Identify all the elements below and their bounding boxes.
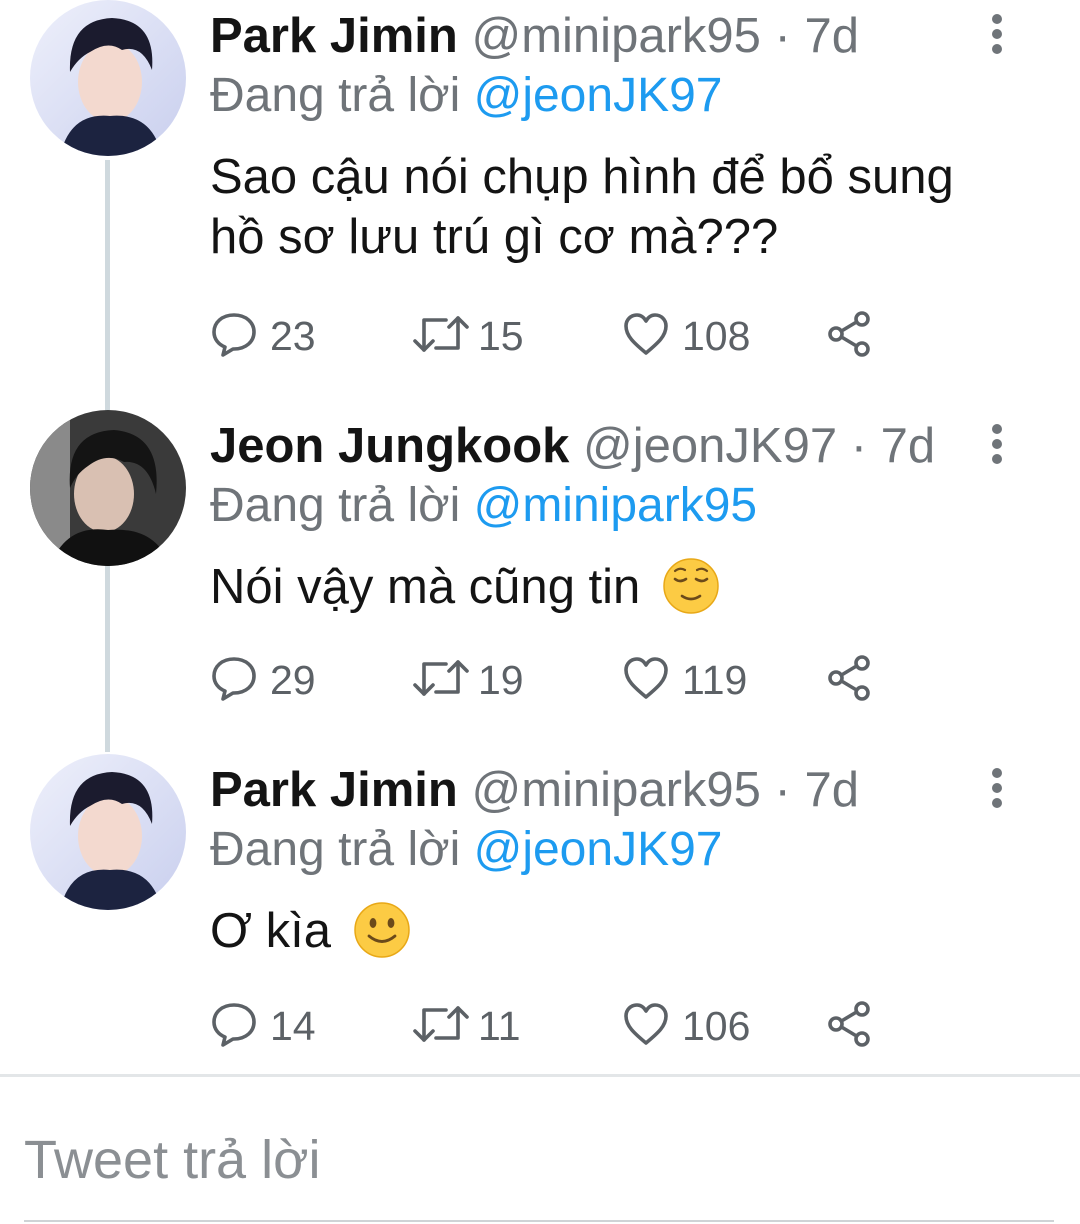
slightly-smiling-face-emoji <box>353 901 411 959</box>
retweet-count: 11 <box>478 1002 521 1049</box>
tweet-actions: 23 15 108 <box>210 306 910 366</box>
more-vertical-icon[interactable] <box>986 422 1010 466</box>
avatar[interactable] <box>30 0 186 156</box>
replying-to-label: Đang trả lời <box>210 479 461 532</box>
relieved-face-emoji <box>662 557 720 615</box>
mention-link[interactable]: @jeonJK97 <box>474 823 723 876</box>
author-handle[interactable]: @minipark95 <box>471 9 760 63</box>
replying-to-label: Đang trả lời <box>210 69 461 122</box>
retweet-icon <box>412 1000 470 1053</box>
speech-bubble-icon <box>210 310 258 363</box>
heart-icon <box>622 654 670 707</box>
avatar[interactable] <box>30 754 186 910</box>
mention-link[interactable]: @minipark95 <box>474 479 758 532</box>
share-icon <box>826 654 874 707</box>
share-button[interactable] <box>826 650 874 710</box>
author-handle[interactable]: @minipark95 <box>471 763 760 817</box>
tweet-text-line: Nói vậy mà cũng tin <box>210 560 641 614</box>
more-vertical-icon[interactable] <box>986 12 1010 56</box>
avatar[interactable] <box>30 410 186 566</box>
author-handle[interactable]: @jeonJK97 <box>583 419 837 473</box>
tweet-header: Park Jimin @minipark95 · 7d <box>210 8 859 64</box>
reply-count: 29 <box>270 656 316 703</box>
retweet-button[interactable]: 11 <box>412 996 521 1056</box>
timestamp[interactable]: 7d <box>881 419 936 473</box>
separator-dot: · <box>774 9 791 63</box>
mention-link[interactable]: @jeonJK97 <box>474 69 723 122</box>
tweet-actions: 29 19 119 <box>210 650 910 710</box>
author-name[interactable]: Park Jimin <box>210 9 458 63</box>
heart-icon <box>622 310 670 363</box>
like-count: 108 <box>682 312 751 359</box>
like-button[interactable]: 119 <box>622 650 747 710</box>
tweet-actions: 14 11 106 <box>210 996 910 1056</box>
share-icon <box>826 310 874 363</box>
retweet-icon <box>412 310 470 363</box>
more-vertical-icon[interactable] <box>986 766 1010 810</box>
retweet-count: 15 <box>478 312 524 359</box>
author-name[interactable]: Jeon Jungkook <box>210 419 569 473</box>
retweet-icon <box>412 654 470 707</box>
heart-icon <box>622 1000 670 1053</box>
replying-to-label: Đang trả lời <box>210 823 461 876</box>
retweet-button[interactable]: 15 <box>412 306 524 366</box>
like-count: 106 <box>682 1002 751 1049</box>
replying-to-line: Đang trả lời @jeonJK97 <box>210 68 722 124</box>
speech-bubble-icon <box>210 654 258 707</box>
tweet-text-line: hồ sơ lưu trú gì cơ mà??? <box>210 210 779 264</box>
separator-dot: · <box>774 763 791 817</box>
speech-bubble-icon <box>210 1000 258 1053</box>
replying-to-line: Đang trả lời @jeonJK97 <box>210 822 722 878</box>
tweet-header: Jeon Jungkook @jeonJK97 · 7d <box>210 418 935 474</box>
share-button[interactable] <box>826 306 874 366</box>
compose-divider <box>0 1074 1080 1077</box>
timestamp[interactable]: 7d <box>804 9 859 63</box>
reply-button[interactable]: 29 <box>210 650 316 710</box>
retweet-button[interactable]: 19 <box>412 650 524 710</box>
tweet-text: Sao cậu nói chụp hình để bổ sung hồ sơ l… <box>210 147 1030 267</box>
share-button[interactable] <box>826 996 874 1056</box>
like-button[interactable]: 108 <box>622 306 750 366</box>
reply-compose-input[interactable] <box>24 1100 1054 1222</box>
tweet-text-line: Ơ kìa <box>210 904 331 958</box>
tweet-text: Nói vậy mà cũng tin <box>210 557 1030 617</box>
author-name[interactable]: Park Jimin <box>210 763 458 817</box>
reply-count: 23 <box>270 312 316 359</box>
reply-button[interactable]: 14 <box>210 996 316 1056</box>
share-icon <box>826 1000 874 1053</box>
separator-dot: · <box>850 419 868 473</box>
tweet-header: Park Jimin @minipark95 · 7d <box>210 762 859 818</box>
retweet-count: 19 <box>478 656 524 703</box>
tweet-text-line: Sao cậu nói chụp hình để bổ sung <box>210 150 954 204</box>
replying-to-line: Đang trả lời @minipark95 <box>210 478 757 534</box>
like-button[interactable]: 106 <box>622 996 750 1056</box>
timestamp[interactable]: 7d <box>804 763 859 817</box>
like-count: 119 <box>682 656 748 703</box>
reply-button[interactable]: 23 <box>210 306 316 366</box>
tweet-text: Ơ kìa <box>210 901 1030 961</box>
reply-count: 14 <box>270 1002 316 1049</box>
